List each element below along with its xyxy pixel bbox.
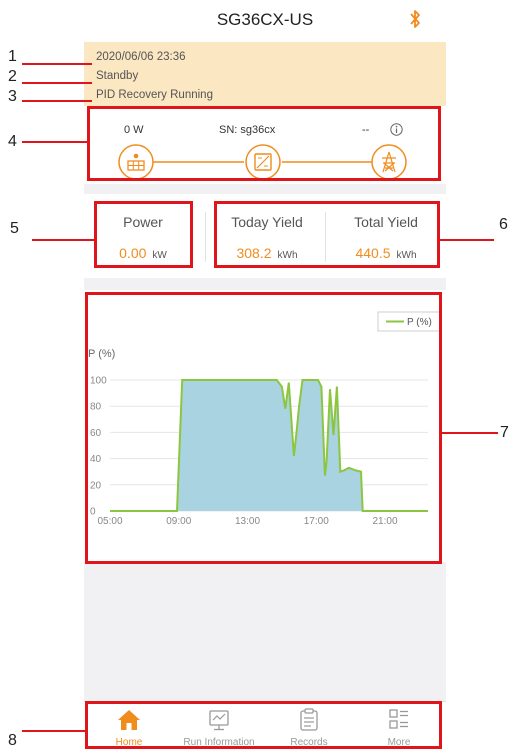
callout-line-6 [440,239,494,241]
highlight-box-5 [94,201,193,268]
highlight-box-4 [87,106,441,181]
highlight-box-6 [214,201,440,268]
highlight-box-8 [85,701,442,749]
bluetooth-icon[interactable] [408,9,422,34]
status-datetime: 2020/06/06 23:36 [96,51,186,63]
callout-number-1: 1 [8,48,17,65]
status-message: PID Recovery Running [96,89,213,101]
callout-line-7 [442,432,498,434]
status-state: Standby [96,70,139,82]
callout-number-7: 7 [500,424,509,441]
callout-number-5: 5 [10,220,19,237]
callout-line-8 [22,730,86,732]
callout-line-3 [22,100,92,102]
callout-number-8: 8 [8,732,17,749]
callout-number-6: 6 [499,216,508,233]
callout-line-4 [22,141,88,143]
callout-line-2 [22,82,92,84]
page-title: SG36CX-US [216,10,314,29]
callout-line-5 [32,239,94,241]
callout-number-2: 2 [8,68,17,85]
callout-number-3: 3 [8,88,17,105]
highlight-box-7 [85,292,442,564]
title-bar: SG36CX-US [84,0,446,42]
callout-number-4: 4 [8,133,17,150]
status-panel: 2020/06/06 23:36 Standby PID Recovery Ru… [84,42,446,106]
callout-line-1 [22,63,92,65]
